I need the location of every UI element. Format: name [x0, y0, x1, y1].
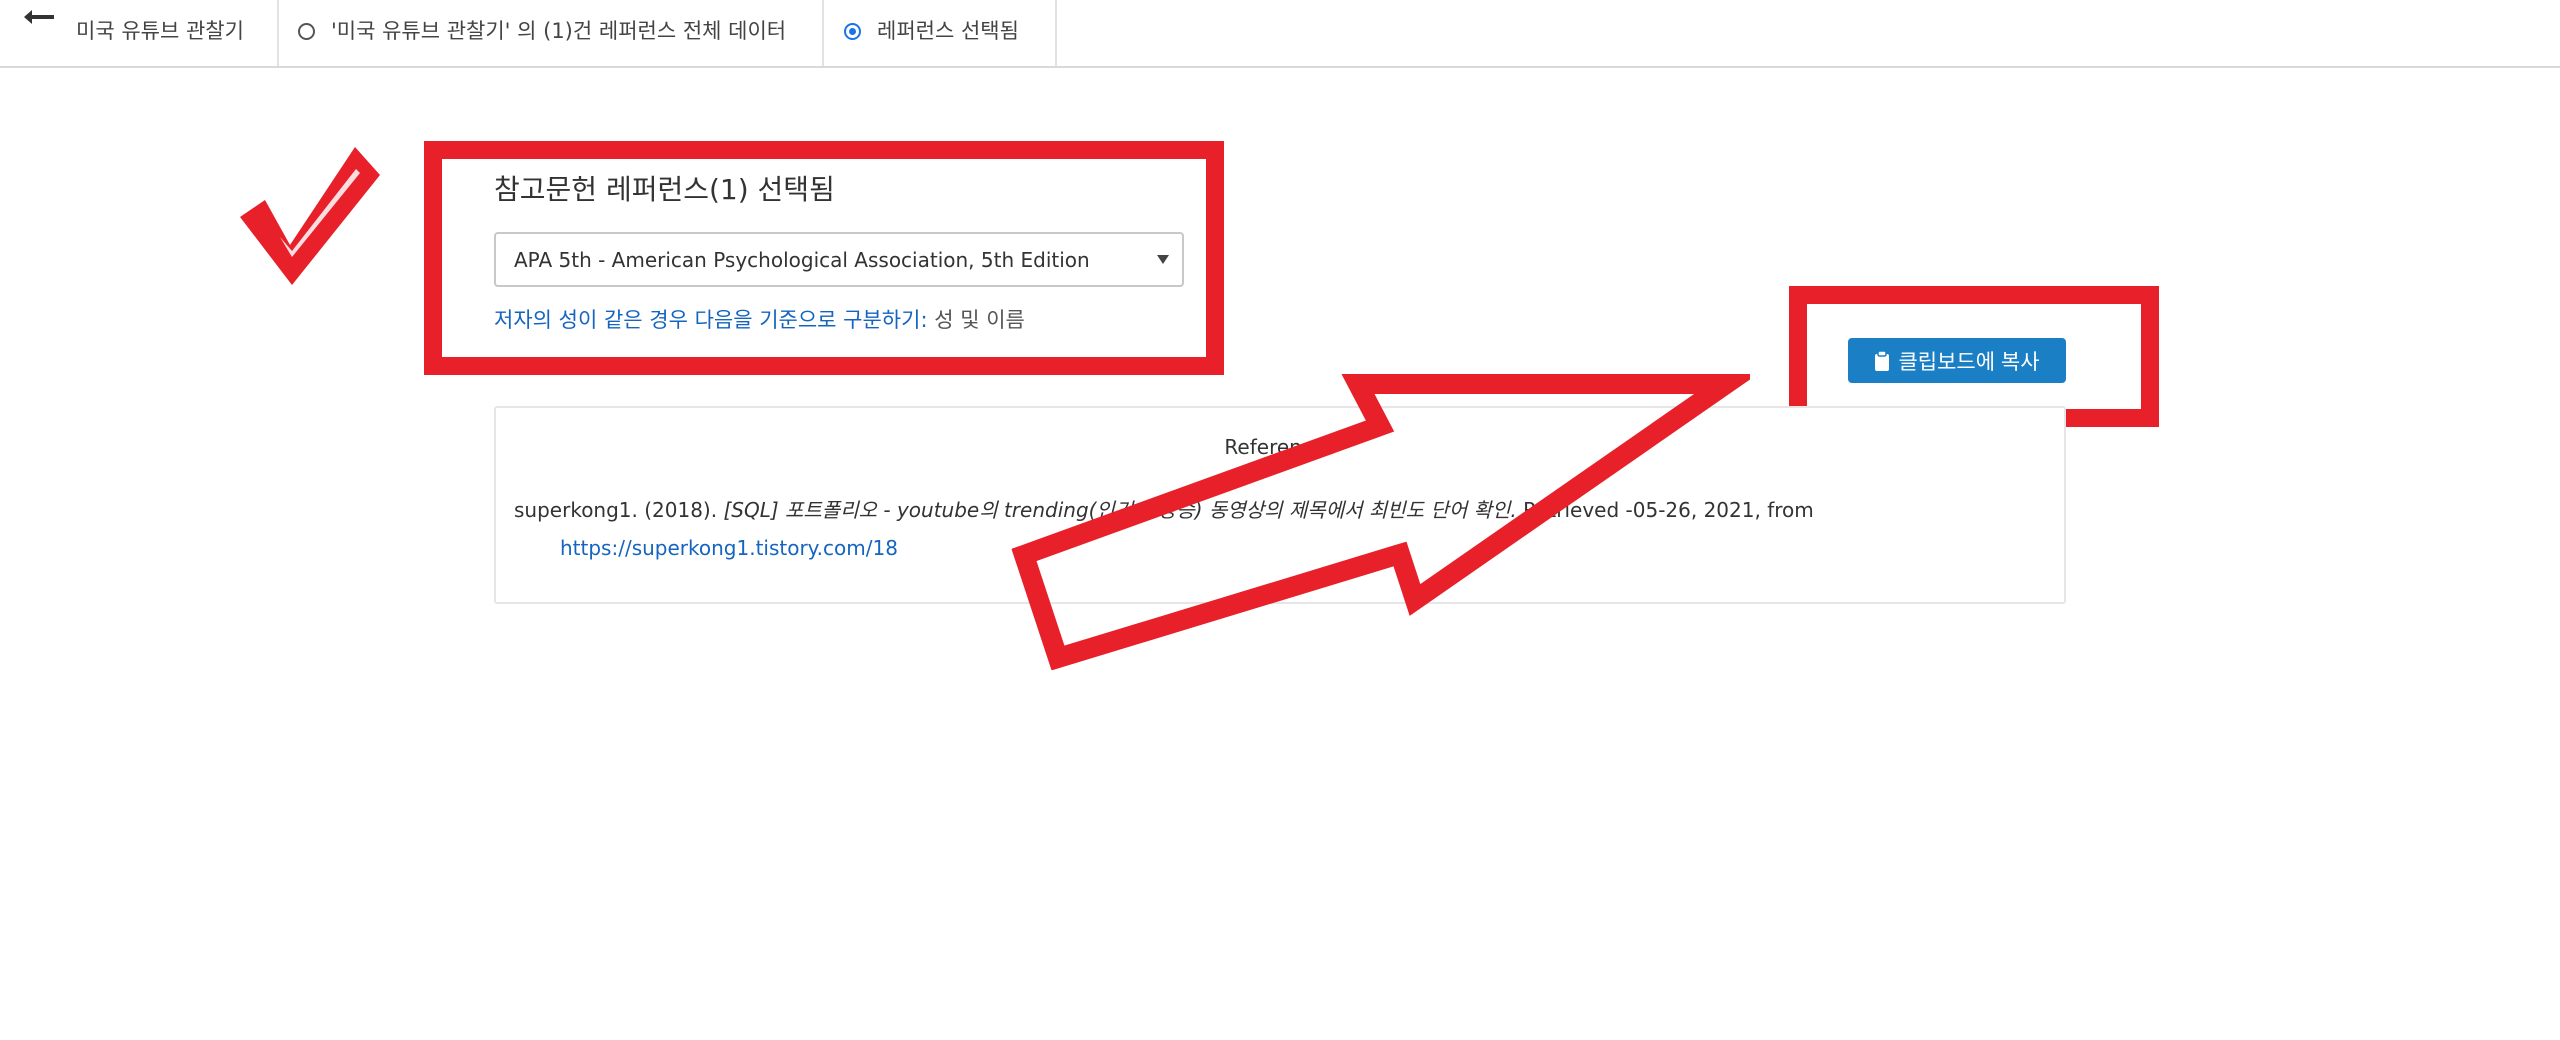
checkmark-icon	[240, 147, 380, 285]
option-selected-references[interactable]: 레퍼런스 선택됨	[844, 0, 1019, 63]
project-title[interactable]: 미국 유튜브 관찰기	[76, 0, 244, 63]
arrow-icon	[1011, 374, 1750, 670]
reference-url[interactable]: https://superkong1.tistory.com/18	[560, 536, 898, 560]
citation-style-value: APA 5th - American Psychological Associa…	[514, 247, 1090, 272]
panel-title: 참고문헌 레퍼런스(1) 선택됨	[494, 173, 835, 206]
option-all-label: '미국 유튜브 관찰기' 의 (1)건 레퍼런스 전체 데이터	[331, 19, 787, 43]
clipboard-icon	[1875, 350, 1890, 371]
radio-all[interactable]	[298, 22, 315, 40]
divider	[1055, 0, 1057, 66]
name-disambiguation-rule[interactable]: 저자의 성이 같은 경우 다음을 기준으로 구분하기: 성 및 이름	[494, 304, 1025, 334]
reference-author: superkong1. (2018).	[514, 498, 718, 522]
copy-to-clipboard-button[interactable]: 클립보드에 복사	[1848, 338, 2066, 383]
name-rule-value[interactable]: 성 및 이름	[934, 308, 1025, 332]
chevron-down-icon	[1157, 255, 1169, 264]
name-rule-label[interactable]: 저자의 성이 같은 경우 다음을 기준으로 구분하기:	[494, 308, 928, 332]
arrow-left-icon[interactable]	[22, 6, 56, 28]
copy-button-label: 클립보드에 복사	[1898, 350, 2040, 374]
citation-style-select[interactable]: APA 5th - American Psychological Associa…	[494, 232, 1184, 287]
radio-selected[interactable]	[844, 22, 861, 40]
divider	[822, 0, 824, 66]
divider	[277, 0, 279, 66]
option-all-references[interactable]: '미국 유튜브 관찰기' 의 (1)건 레퍼런스 전체 데이터	[298, 0, 786, 63]
option-selected-label: 레퍼런스 선택됨	[877, 19, 1019, 43]
top-bar: 미국 유튜브 관찰기 '미국 유튜브 관찰기' 의 (1)건 레퍼런스 전체 데…	[0, 0, 2560, 68]
